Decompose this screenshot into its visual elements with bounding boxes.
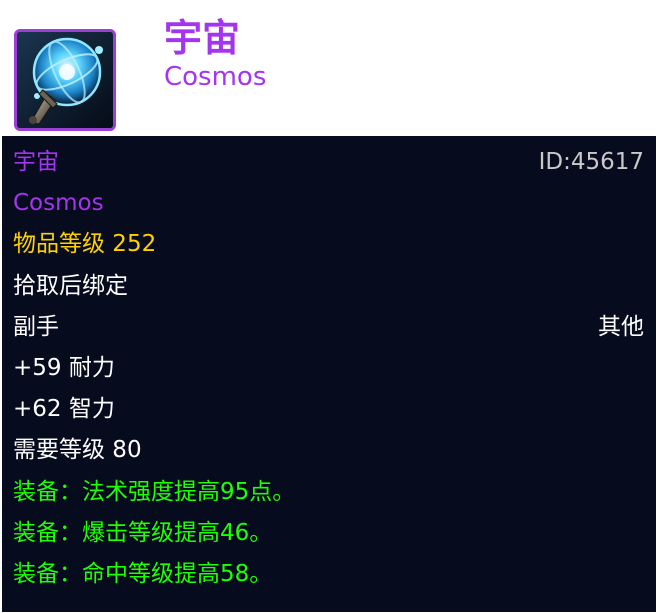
item-header: 宇宙 Cosmos (0, 0, 660, 136)
tooltip-item-name-en: Cosmos (13, 190, 104, 217)
stat-intellect: +62 智力 (13, 396, 115, 423)
item-subtitle: Cosmos (164, 62, 267, 92)
item-title: 宇宙 (164, 16, 241, 60)
stat-stamina: +59 耐力 (13, 354, 115, 381)
item-type: 其他 (598, 313, 644, 340)
required-level: 需要等级 80 (13, 437, 142, 464)
item-tooltip: 宇宙 ID:45617 Cosmos 物品等级 252 拾取后绑定 副手 其他 … (2, 136, 656, 612)
cosmos-orb-icon (17, 32, 113, 128)
equip-effect-hit: 装备：命中等级提高58。 (13, 560, 273, 587)
equip-effect-crit: 装备：爆击等级提高46。 (13, 519, 273, 546)
equip-effect-spell-power: 装备：法术强度提高95点。 (13, 478, 296, 505)
item-slot: 副手 (13, 313, 59, 340)
item-level: 物品等级 252 (13, 231, 157, 258)
item-binding: 拾取后绑定 (13, 272, 128, 299)
tooltip-name-row: 宇宙 ID:45617 (13, 142, 644, 183)
item-icon (14, 29, 116, 131)
slot-row: 副手 其他 (13, 307, 644, 348)
tooltip-item-name-cn: 宇宙 (13, 149, 59, 175)
item-id: ID:45617 (538, 149, 644, 175)
